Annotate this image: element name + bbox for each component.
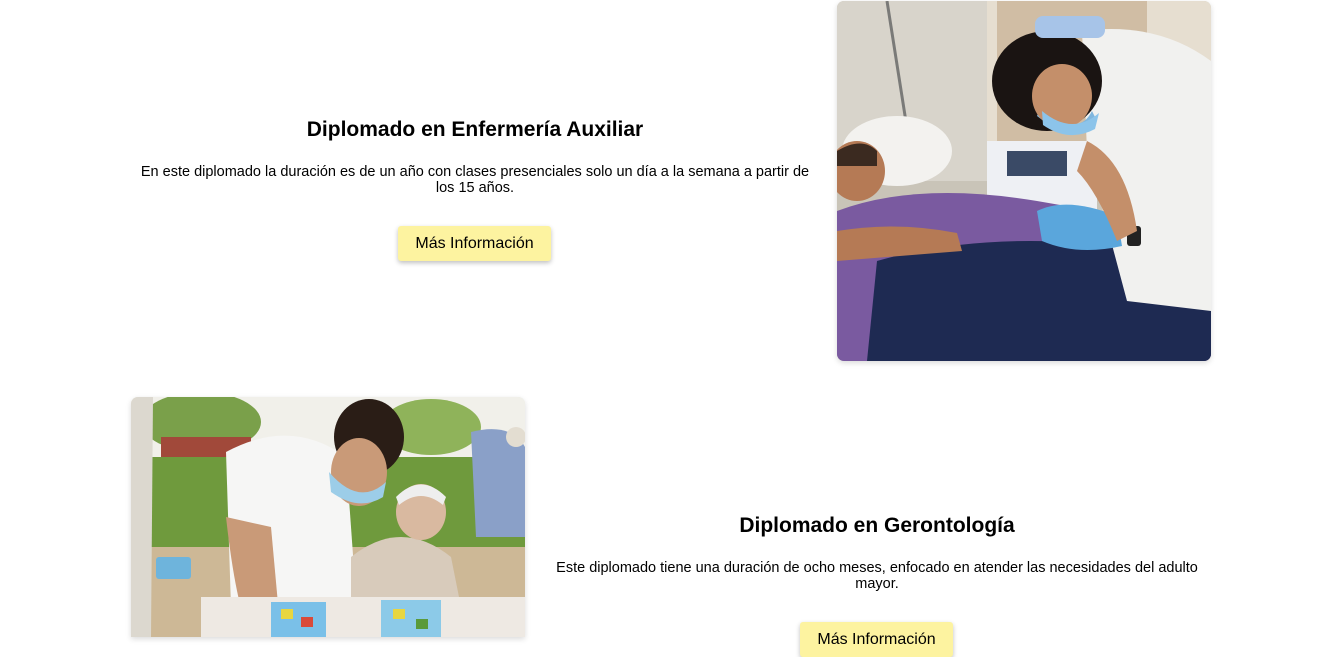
enfermeria-text-block: Diplomado en Enfermería Auxiliar En este…: [130, 118, 820, 196]
enfermeria-more-info-button[interactable]: Más Información: [398, 226, 551, 261]
gerontologia-text-block: Diplomado en Gerontología Este diplomado…: [550, 514, 1204, 592]
enfermeria-description: En este diplomado la duración es de un a…: [140, 164, 810, 196]
nurse-photo: [837, 1, 1211, 361]
enfermeria-title: Diplomado en Enfermería Auxiliar: [306, 118, 644, 141]
elderly-care-photo: [131, 397, 525, 637]
gerontologia-more-info-button[interactable]: Más Información: [800, 622, 953, 657]
gerontologia-title: Diplomado en Gerontología: [739, 514, 1015, 537]
gerontologia-description: Este diplomado tiene una duración de och…: [556, 560, 1198, 592]
